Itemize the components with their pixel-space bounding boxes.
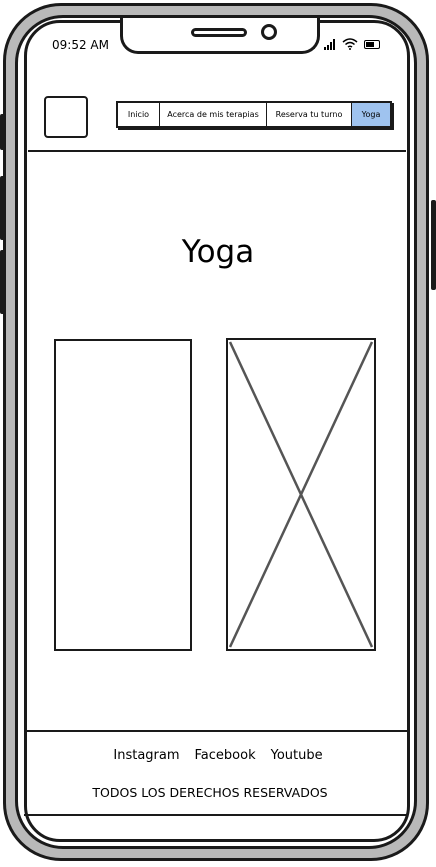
logo-placeholder[interactable] — [44, 96, 88, 138]
social-links: Instagram Facebook Youtube — [0, 748, 436, 763]
footer — [24, 730, 407, 816]
side-button-mute — [0, 114, 5, 150]
signal-icon — [324, 38, 336, 50]
status-icons — [324, 36, 380, 52]
wifi-icon — [342, 35, 358, 54]
nav-bar: Inicio Acerca de mis terapias Reserva tu… — [116, 101, 392, 128]
camera-icon — [261, 24, 277, 40]
nav-item-reserva[interactable]: Reserva tu turno — [267, 103, 352, 126]
rights-text: TODOS LOS DERECHOS RESERVADOS — [92, 785, 328, 800]
image-frame — [54, 339, 192, 651]
nav-item-inicio[interactable]: Inicio — [118, 103, 160, 126]
status-time: 09:52 AM — [52, 38, 109, 52]
side-button-volume-up — [0, 176, 5, 240]
image-placeholder — [226, 338, 376, 651]
nav-item-yoga[interactable]: Yoga — [352, 103, 390, 126]
page-title: Yoga — [181, 234, 255, 270]
link-facebook[interactable]: Facebook — [195, 748, 256, 763]
battery-icon — [364, 39, 380, 49]
nav-item-terapias[interactable]: Acerca de mis terapias — [160, 103, 267, 126]
notch — [120, 18, 320, 54]
image-placeholder-cross-icon — [228, 341, 374, 648]
link-instagram[interactable]: Instagram — [113, 748, 179, 763]
speaker-icon — [191, 28, 247, 37]
link-youtube[interactable]: Youtube — [271, 748, 323, 763]
header-divider — [28, 150, 406, 152]
